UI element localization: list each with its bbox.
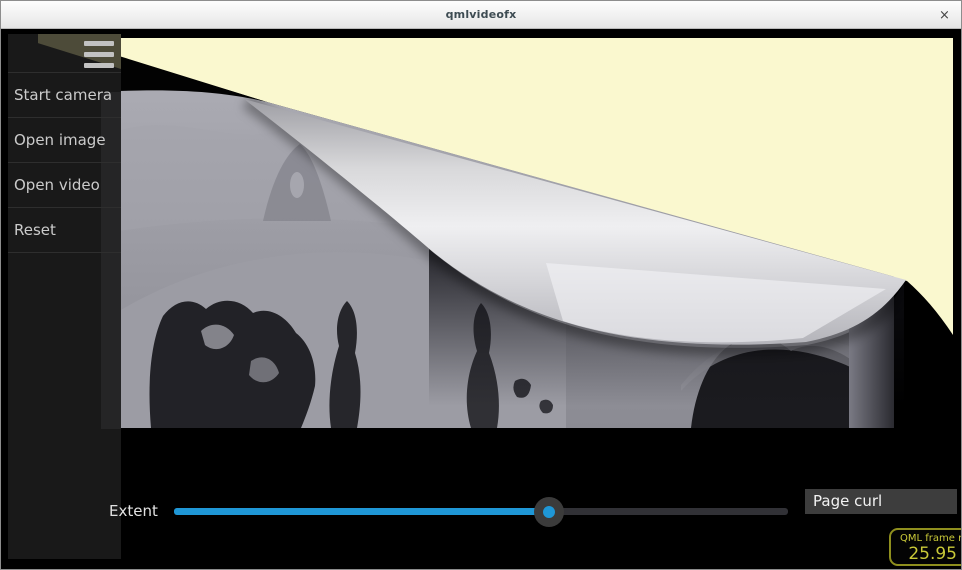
sidebar-item-open-image[interactable]: Open image (8, 117, 121, 162)
sidebar-item-open-video[interactable]: Open video (8, 162, 121, 207)
slider-handle-dot (543, 506, 555, 518)
extent-slider-track[interactable] (174, 508, 788, 515)
fps-badge-value: 25.95 (891, 544, 957, 564)
fps-badge: QML frame r... 25.95 (889, 528, 962, 566)
window-close-button[interactable]: × (933, 5, 953, 25)
effect-selector-button[interactable]: Page curl (805, 489, 957, 514)
video-display-area (1, 1, 962, 570)
sidebar-item-reset[interactable]: Reset (8, 207, 121, 252)
sidebar-panel: Start camera Open image Open video Reset (8, 34, 121, 559)
sidebar-menu-divider (8, 252, 121, 253)
extent-slider-handle[interactable] (534, 497, 564, 527)
extent-slider-label: Extent (109, 502, 158, 520)
fps-badge-label: QML frame r... (900, 533, 962, 544)
app-window: Start camera Open image Open video Reset… (0, 0, 962, 570)
sidebar-item-start-camera[interactable]: Start camera (8, 72, 121, 117)
window-titlebar: qmlvideofx × (1, 1, 961, 29)
sidebar-menu: Start camera Open image Open video Reset (8, 72, 121, 253)
window-title: qmlvideofx (1, 8, 961, 21)
extent-slider-fill (174, 508, 549, 515)
menu-hamburger-icon[interactable] (84, 41, 114, 68)
